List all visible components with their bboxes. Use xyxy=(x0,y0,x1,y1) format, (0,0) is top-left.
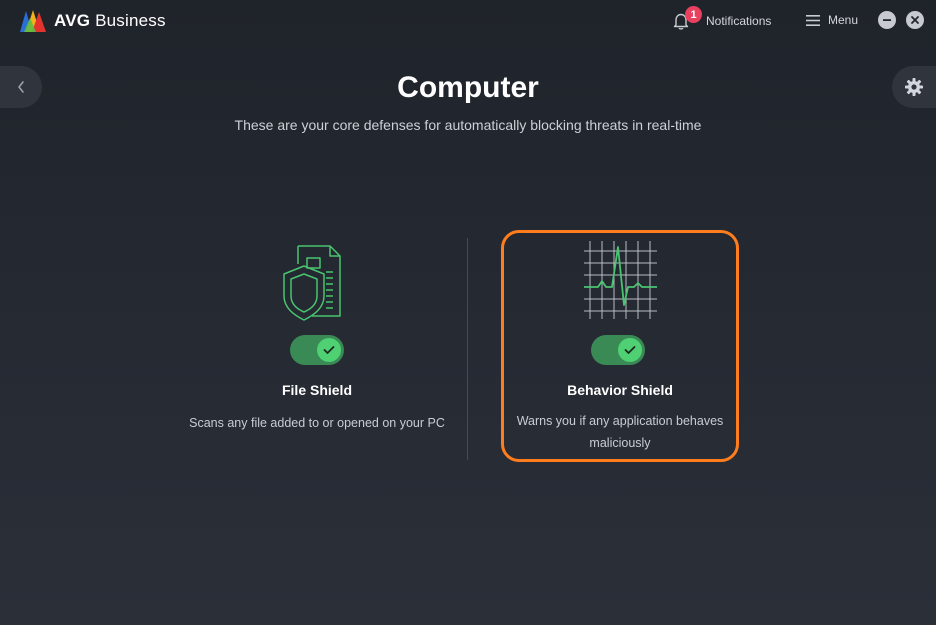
file-shield-card: File Shield Scans any file added to or o… xyxy=(189,232,445,458)
checkmark-icon xyxy=(323,346,335,354)
hamburger-icon xyxy=(806,14,820,26)
toggle-knob xyxy=(618,338,642,362)
behavior-shield-toggle[interactable] xyxy=(591,335,645,365)
minimize-icon xyxy=(883,19,891,21)
file-shield-description: Scans any file added to or opened on you… xyxy=(189,416,445,430)
page-title: Computer xyxy=(397,71,539,104)
app-logo: AVG Business xyxy=(18,8,166,34)
menu-button[interactable]: Menu xyxy=(806,13,858,27)
page-subtitle: These are your core defenses for automat… xyxy=(234,117,702,133)
menu-label: Menu xyxy=(828,13,859,27)
behavior-shield-card: Behavior Shield Warns you if any applica… xyxy=(501,230,739,462)
checkmark-icon xyxy=(624,346,636,354)
notification-count-badge: 1 xyxy=(685,6,702,23)
behavior-shield-title: Behavior Shield xyxy=(567,382,673,398)
file-shield-icon xyxy=(283,245,341,321)
file-shield-title: File Shield xyxy=(281,382,352,398)
title-bar: AVG Business 1 Notifications Menu xyxy=(0,0,936,42)
close-icon xyxy=(911,16,919,24)
notifications-label: Notifications xyxy=(706,14,772,28)
avg-logo-icon xyxy=(20,10,46,32)
minimize-button[interactable] xyxy=(878,11,896,29)
toggle-knob xyxy=(317,338,341,362)
behavior-shield-description: Warns you if any application behaves mal… xyxy=(516,414,724,450)
behavior-shield-icon xyxy=(584,241,657,319)
close-button[interactable] xyxy=(906,11,924,29)
divider xyxy=(467,238,468,460)
app-title: AVG Business xyxy=(54,11,166,30)
file-shield-toggle[interactable] xyxy=(290,335,344,365)
bell-icon: 1 xyxy=(672,6,702,31)
notifications-button[interactable]: 1 Notifications xyxy=(672,6,772,31)
